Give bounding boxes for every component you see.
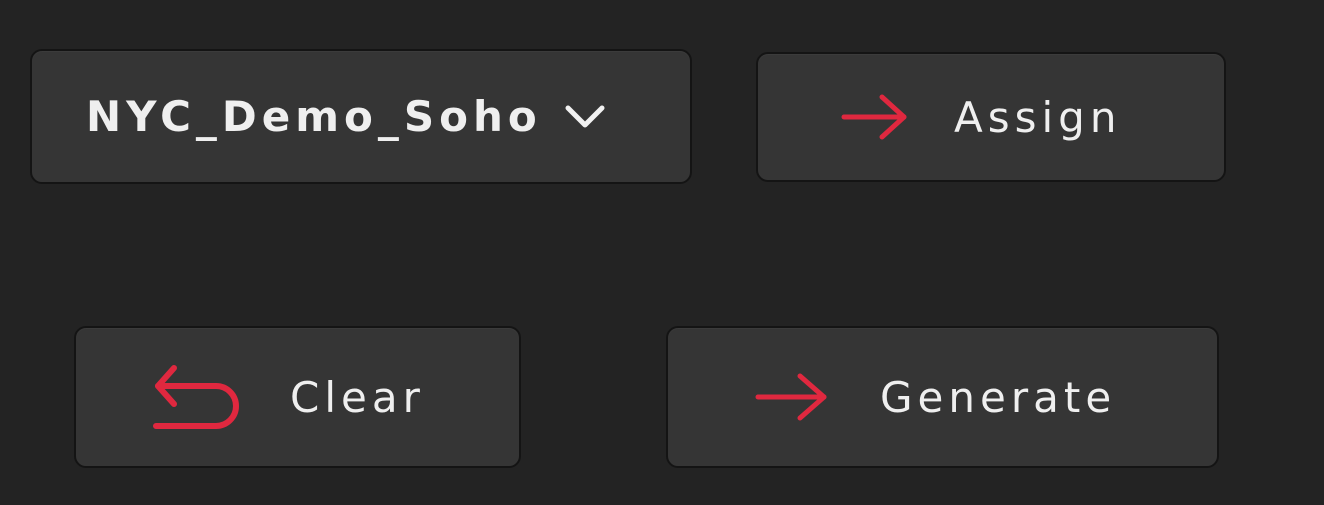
preset-dropdown[interactable]: NYC_Demo_Soho bbox=[30, 49, 692, 184]
control-panel: NYC_Demo_Soho Assign Clear Generate bbox=[0, 0, 1324, 505]
preset-dropdown-value: NYC_Demo_Soho bbox=[86, 92, 542, 141]
clear-button-label: Clear bbox=[290, 372, 425, 422]
generate-button-label: Generate bbox=[880, 372, 1117, 422]
clear-button[interactable]: Clear bbox=[74, 326, 521, 468]
arrow-right-icon bbox=[754, 372, 830, 422]
assign-button[interactable]: Assign bbox=[756, 52, 1226, 182]
assign-button-label: Assign bbox=[954, 92, 1122, 142]
undo-icon bbox=[150, 362, 246, 432]
arrow-right-icon bbox=[840, 93, 910, 141]
generate-button[interactable]: Generate bbox=[666, 326, 1219, 468]
chevron-down-icon bbox=[564, 103, 606, 131]
